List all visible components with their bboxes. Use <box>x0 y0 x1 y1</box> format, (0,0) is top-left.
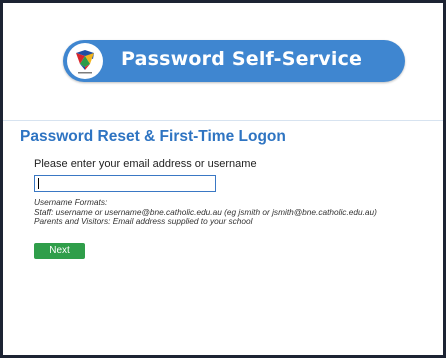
next-button[interactable]: Next <box>34 243 85 259</box>
banner-title: Password Self-Service <box>121 48 363 70</box>
text-caret <box>38 178 39 189</box>
password-self-service-banner: Password Self-Service <box>63 40 405 82</box>
page-frame: Password Self-Service Password Reset & F… <box>3 3 443 355</box>
school-crest-icon <box>67 43 103 79</box>
header-divider <box>3 120 443 121</box>
username-formats-help: Username Formats: Staff: username or use… <box>34 197 377 227</box>
email-or-username-input[interactable] <box>34 175 216 192</box>
input-prompt-label: Please enter your email address or usern… <box>34 158 257 170</box>
page-title: Password Reset & First-Time Logon <box>20 128 286 145</box>
formats-parents: Parents and Visitors: Email address supp… <box>34 216 253 227</box>
